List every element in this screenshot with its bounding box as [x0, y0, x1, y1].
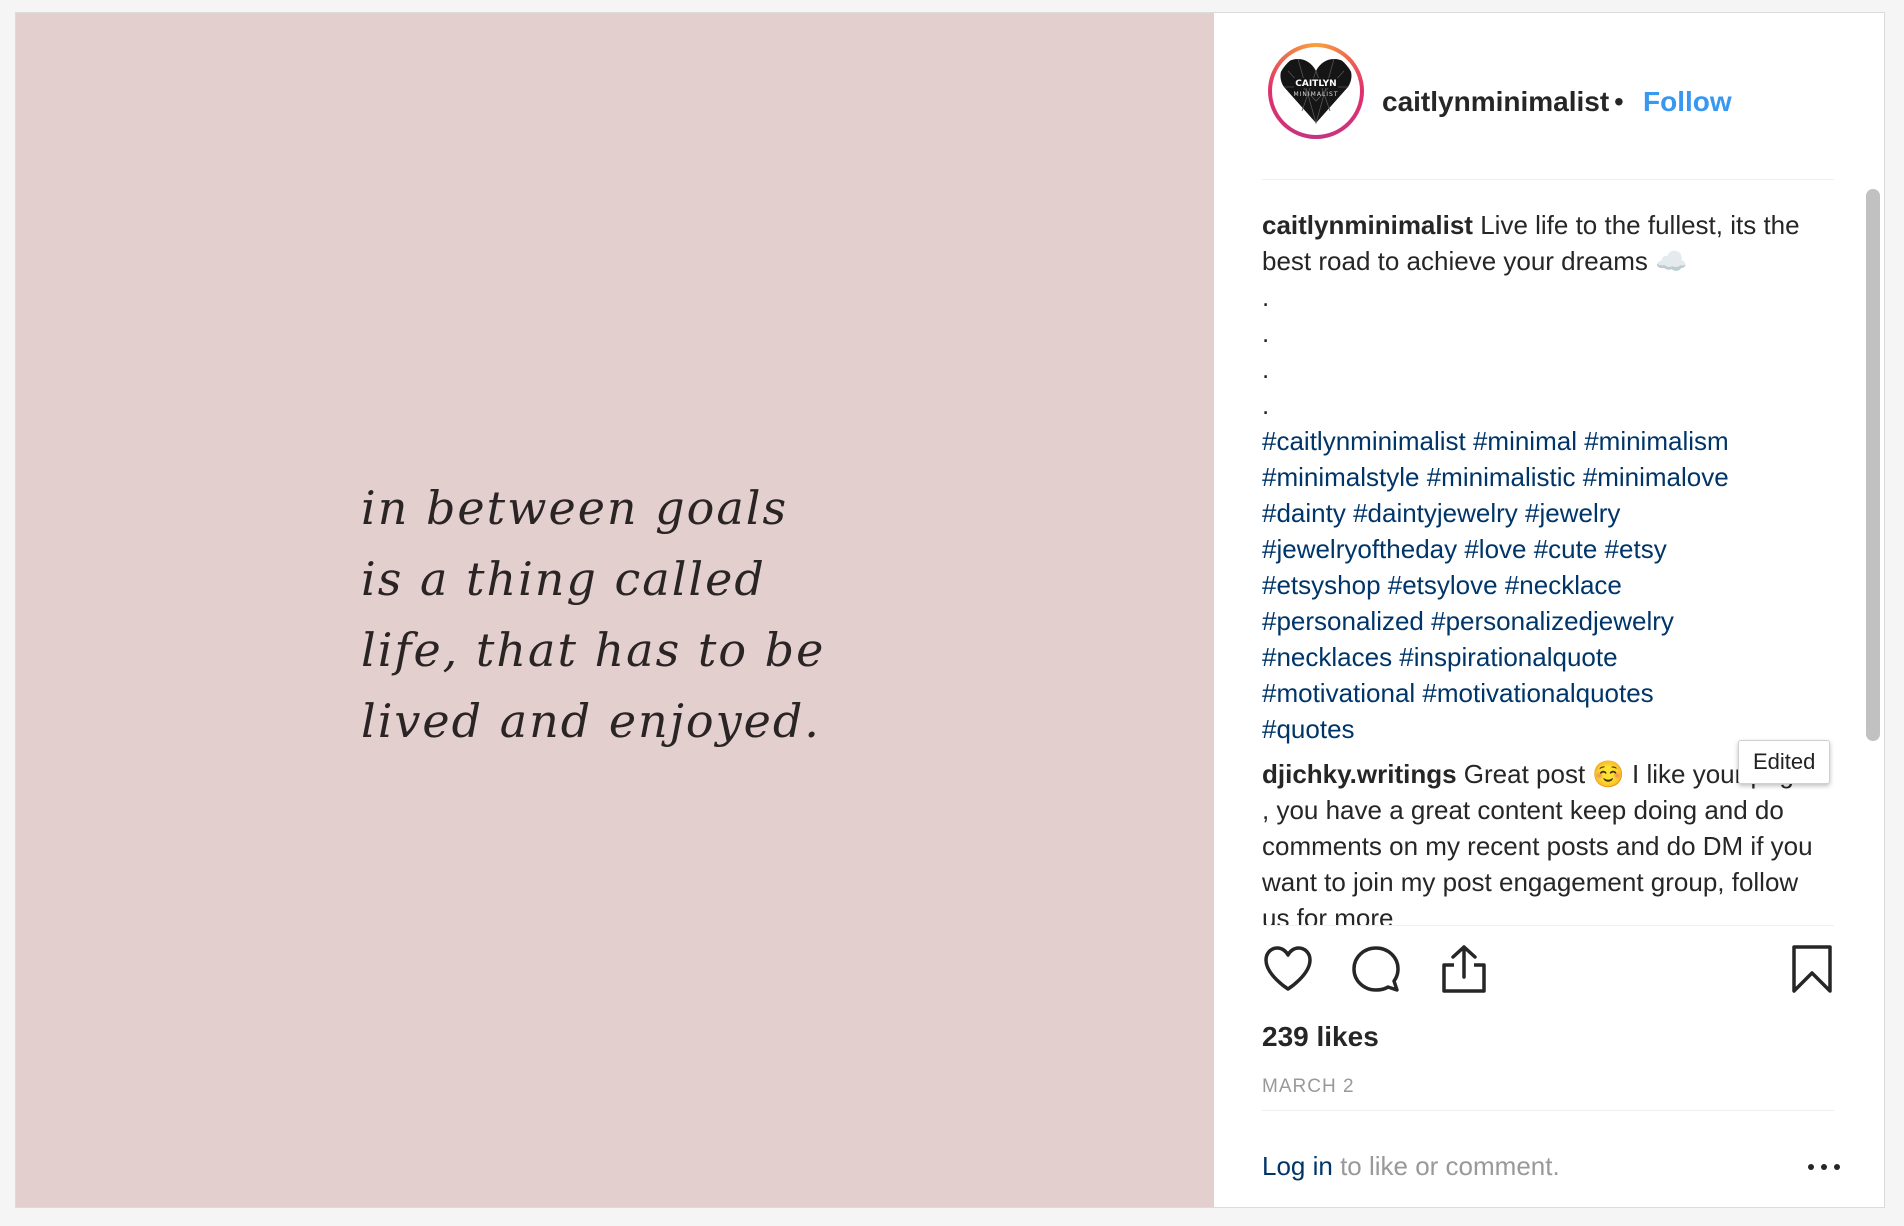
story-ring[interactable]: CAITLYN MINIMALIST [1268, 43, 1364, 139]
hashtag-line[interactable]: #motivational #motivationalquotes [1262, 675, 1822, 711]
bookmark-icon[interactable] [1786, 943, 1838, 995]
username-link[interactable]: caitlynminimalist [1382, 86, 1609, 118]
caption-dot: . [1262, 282, 1270, 312]
more-options-icon[interactable] [1808, 1161, 1840, 1173]
divider [1262, 1110, 1834, 1111]
post-header: CAITLYN MINIMALIST caitlynminimalist • F… [1214, 13, 1884, 165]
edited-tooltip: Edited [1738, 740, 1831, 784]
post-image[interactable]: in between goals is a thing called life,… [16, 13, 1214, 1207]
quote-line: life, that has to be [361, 623, 826, 677]
avatar[interactable]: CAITLYN MINIMALIST [1276, 51, 1356, 131]
action-bar [1262, 943, 1834, 1013]
heart-logo-icon: CAITLYN MINIMALIST [1280, 58, 1352, 125]
quote-line: is a thing called [361, 552, 766, 606]
hashtag-line[interactable]: #necklaces #inspirationalquote [1262, 639, 1822, 675]
scrollbar-thumb[interactable] [1866, 189, 1880, 741]
hashtag-line[interactable]: #minimalstyle #minimalistic #minimalove [1262, 459, 1822, 495]
post-side-panel: CAITLYN MINIMALIST caitlynminimalist • F… [1214, 13, 1884, 1207]
avatar-text: CAITLYN [1295, 79, 1336, 89]
caption-dot: . [1262, 390, 1270, 420]
likes-count[interactable]: 239 likes [1262, 1021, 1379, 1053]
scrollbar[interactable] [1864, 185, 1880, 923]
post-dialog: in between goals is a thing called life,… [15, 12, 1885, 1208]
caption-username[interactable]: caitlynminimalist [1262, 210, 1473, 240]
follow-button[interactable]: Follow [1643, 86, 1732, 118]
divider [1262, 925, 1834, 926]
heart-icon[interactable] [1262, 943, 1314, 995]
quote-line: lived and enjoyed. [361, 694, 821, 748]
post-caption: caitlynminimalist Live life to the fulle… [1262, 207, 1822, 747]
share-icon[interactable] [1438, 943, 1490, 995]
separator-dot: • [1614, 86, 1624, 117]
quote-text: in between goals is a thing called life,… [361, 473, 825, 757]
caption-dot: . [1262, 318, 1270, 348]
comments-list[interactable]: caitlynminimalist Live life to the fulle… [1262, 180, 1834, 925]
caption-dot: . [1262, 354, 1270, 384]
hashtag-line[interactable]: #etsyshop #etsylove #necklace [1262, 567, 1822, 603]
post-date[interactable]: MARCH 2 [1262, 1076, 1355, 1098]
hashtag-line[interactable]: #caitlynminimalist #minimal #minimalism [1262, 423, 1822, 459]
comment-username[interactable]: djichky.writings [1262, 759, 1457, 789]
login-prompt: Log in to like or comment. [1262, 1151, 1560, 1182]
comment-bubble-icon[interactable] [1350, 943, 1402, 995]
hashtag-line[interactable]: #personalized #personalizedjewelry [1262, 603, 1822, 639]
login-link[interactable]: Log in [1262, 1151, 1333, 1181]
login-prompt-text: to like or comment. [1332, 1151, 1560, 1181]
hashtag-line[interactable]: #dainty #daintyjewelry #jewelry [1262, 495, 1822, 531]
quote-line: in between goals [361, 481, 789, 535]
avatar-subtext: MINIMALIST [1293, 91, 1338, 98]
hashtag-line[interactable]: #jewelryoftheday #love #cute #etsy [1262, 531, 1822, 567]
